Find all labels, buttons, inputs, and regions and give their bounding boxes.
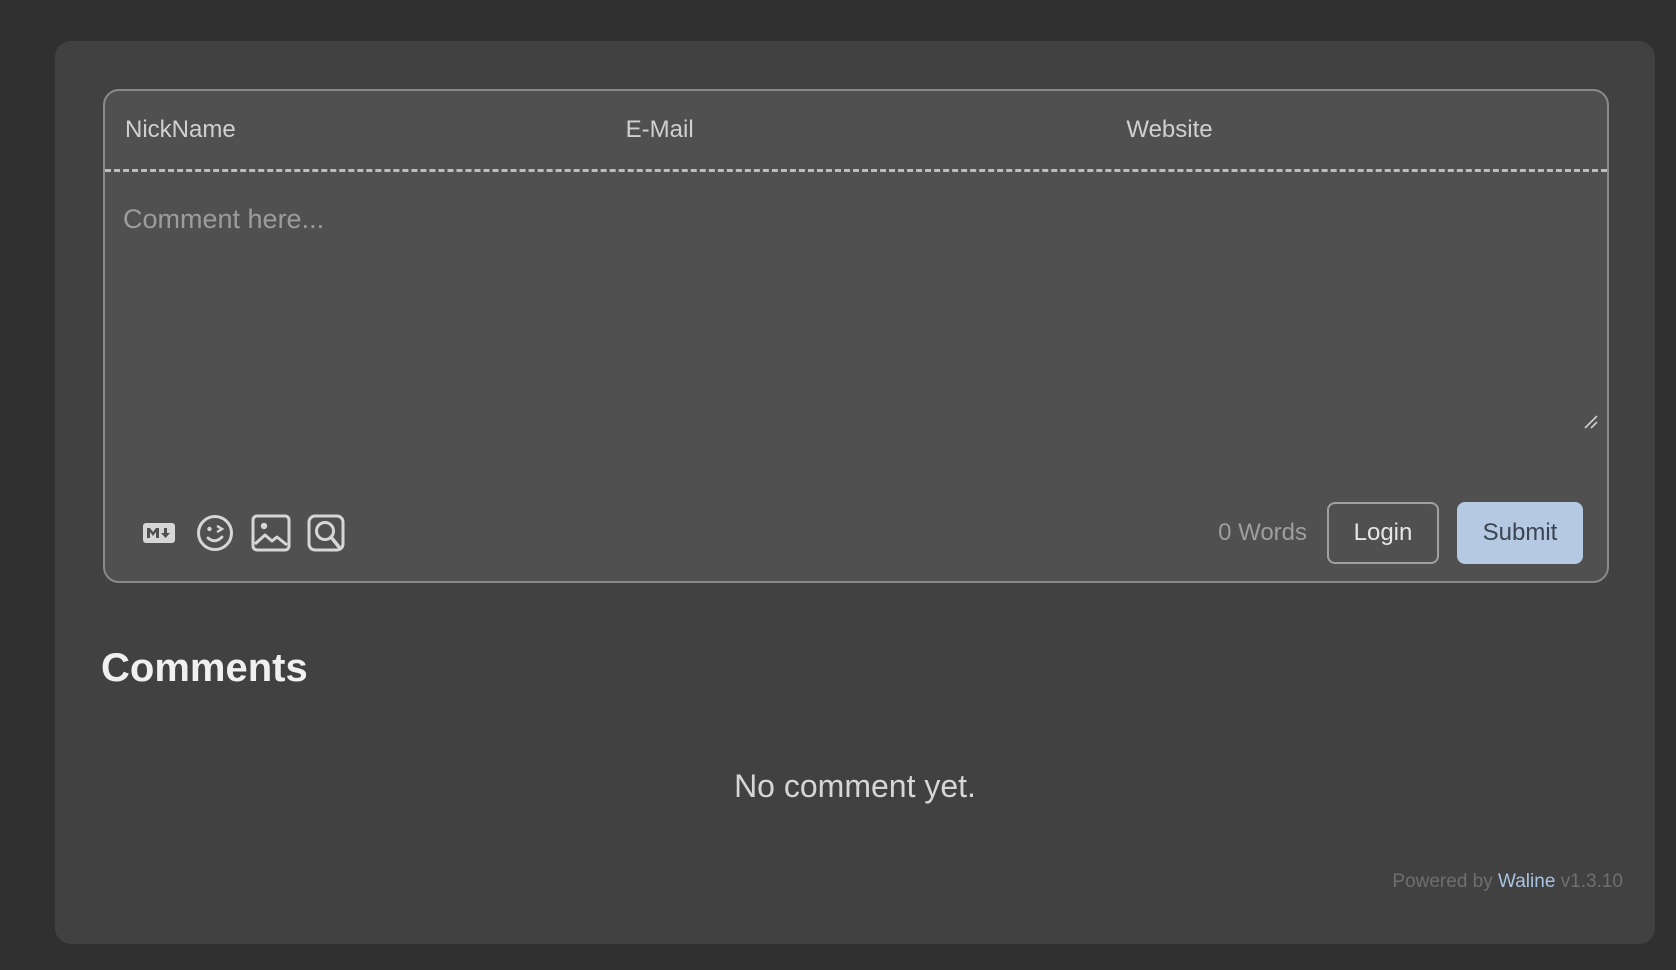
emoji-icon [197,515,233,551]
website-field-wrap [1106,91,1608,169]
toolbar [139,513,347,553]
waline-link[interactable]: Waline [1498,871,1555,892]
word-count-label: Words [1238,519,1307,546]
email-field-wrap [605,91,1107,169]
comment-card: 0 Words Login Submit Comments No comment… [55,41,1655,944]
resize-handle-icon[interactable] [1583,414,1599,430]
form-footer: 0 Words Login Submit [105,501,1607,565]
word-count-value: 0 [1218,519,1232,546]
version-label: v1.3.10 [1560,871,1623,892]
markdown-icon [143,523,175,543]
word-counter: 0 Words [1218,519,1307,547]
image-icon [251,514,291,552]
comment-textarea[interactable] [105,172,1607,442]
nickname-input[interactable] [105,91,606,169]
markdown-button[interactable] [139,513,179,553]
emoji-button[interactable] [195,513,235,553]
login-button[interactable]: Login [1327,502,1439,564]
website-input[interactable] [1106,91,1608,169]
submit-button[interactable]: Submit [1457,502,1583,564]
form-header [105,91,1608,172]
empty-comments-message: No comment yet. [734,768,976,804]
nickname-field-wrap [105,91,606,169]
powered-by: Powered by Waline v1.3.10 [1392,871,1623,893]
comment-editor [105,172,1607,442]
powered-by-label: Powered by [1392,871,1493,892]
preview-button[interactable] [307,513,347,553]
form-actions: 0 Words Login Submit [1218,502,1583,564]
image-upload-button[interactable] [251,513,291,553]
comments-title: Comments [101,646,308,690]
comment-form: 0 Words Login Submit [103,89,1609,583]
email-input[interactable] [605,91,1107,169]
preview-icon [307,514,345,552]
